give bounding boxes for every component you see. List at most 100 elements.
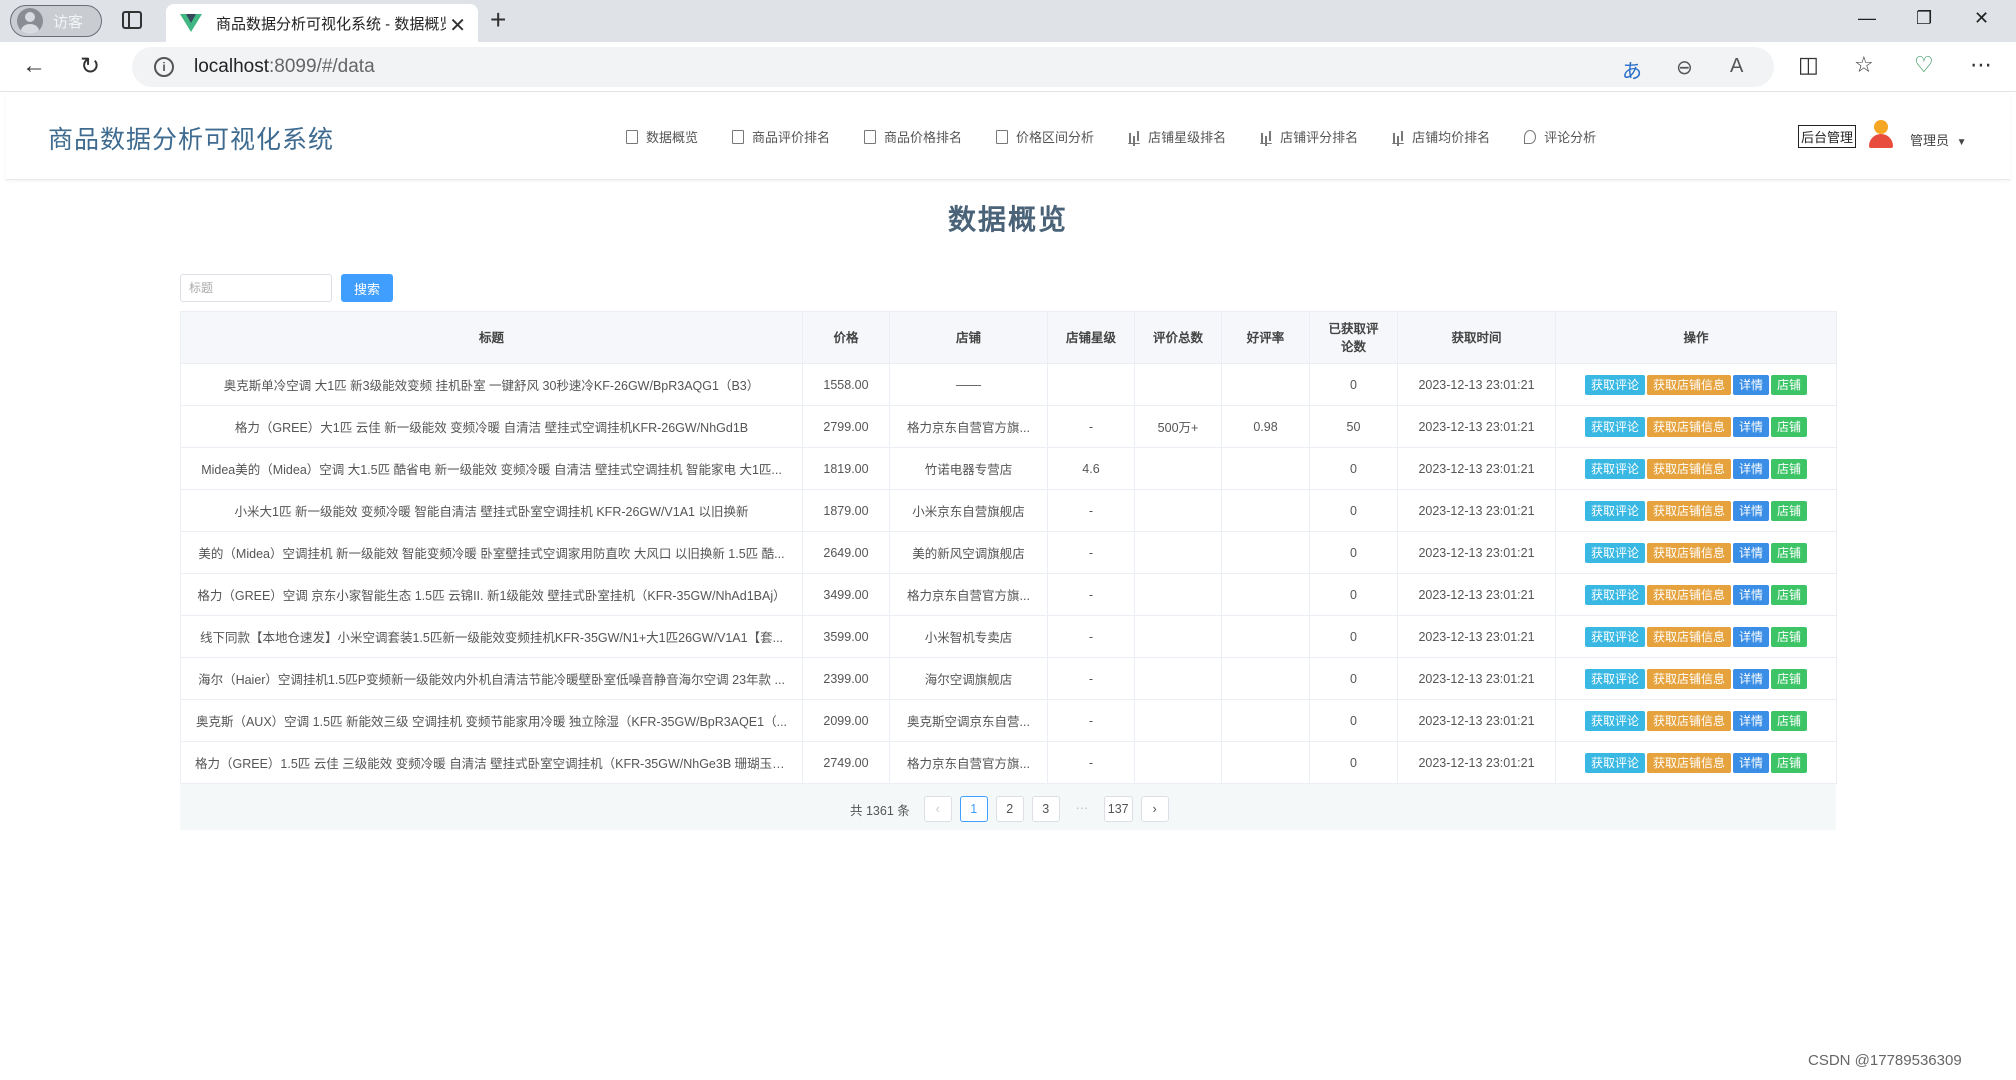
cell-rate bbox=[1221, 363, 1310, 406]
favorites-icon[interactable]: ☆ bbox=[1854, 52, 1874, 78]
url-host: localhost bbox=[194, 56, 269, 77]
get-comments-button[interactable]: 获取评论 bbox=[1584, 542, 1645, 563]
shop-button[interactable]: 店铺 bbox=[1771, 542, 1808, 563]
column-header[interactable]: 价格 bbox=[802, 311, 890, 364]
shop-button[interactable]: 店铺 bbox=[1771, 626, 1808, 647]
shop-button[interactable]: 店铺 bbox=[1771, 458, 1808, 479]
get-comments-button[interactable]: 获取评论 bbox=[1584, 584, 1645, 605]
nav-item-comment-analysis[interactable]: 评论分析 bbox=[1524, 127, 1596, 146]
user-menu[interactable]: 管理员 ▼ bbox=[1910, 130, 1967, 149]
get-comments-button[interactable]: 获取评论 bbox=[1584, 500, 1645, 521]
new-tab-icon[interactable]: + bbox=[490, 4, 506, 36]
tab-actions-icon[interactable] bbox=[122, 11, 142, 29]
page-button[interactable]: 2 bbox=[995, 796, 1024, 822]
tab-close-icon[interactable]: ✕ bbox=[449, 13, 466, 38]
prev-page-button[interactable]: ‹ bbox=[923, 796, 952, 822]
window-close-icon[interactable]: ✕ bbox=[1974, 8, 1989, 29]
shop-button[interactable]: 店铺 bbox=[1771, 584, 1808, 605]
url-field[interactable]: i localhost:8099/#/data あ ⊖ A bbox=[132, 47, 1774, 87]
cell-shop: 奥克斯空调京东自营... bbox=[889, 699, 1048, 742]
column-header[interactable]: 标题 bbox=[180, 311, 803, 364]
detail-button[interactable]: 详情 bbox=[1733, 626, 1770, 647]
detail-button[interactable]: 详情 bbox=[1733, 668, 1770, 689]
page-ellipsis[interactable]: ··· bbox=[1068, 796, 1096, 822]
cell-shop: 小米智机专卖店 bbox=[889, 615, 1048, 658]
main-nav: 数据概览 商品评价排名 商品价格排名 价格区间分析 店铺星级排名 店铺评分排名 … bbox=[626, 127, 1630, 146]
column-header[interactable]: 店铺 bbox=[889, 311, 1048, 364]
nav-item-shop-score-rank[interactable]: 店铺评分排名 bbox=[1260, 127, 1358, 146]
shop-button[interactable]: 店铺 bbox=[1771, 752, 1808, 773]
get-shop-info-button[interactable]: 获取店铺信息 bbox=[1646, 542, 1731, 563]
shop-button[interactable]: 店铺 bbox=[1771, 500, 1808, 521]
zoom-out-icon[interactable]: ⊖ bbox=[1676, 55, 1693, 80]
read-aloud-icon[interactable]: A bbox=[1730, 55, 1743, 78]
cell-time: 2023-12-13 23:01:21 bbox=[1397, 489, 1556, 532]
bar-chart-icon bbox=[1260, 130, 1273, 144]
get-comments-button[interactable]: 获取评论 bbox=[1584, 752, 1645, 773]
vue-favicon-icon bbox=[180, 14, 202, 32]
restore-icon[interactable]: ❐ bbox=[1916, 8, 1932, 29]
site-info-icon[interactable]: i bbox=[154, 57, 174, 77]
search-button[interactable]: 搜索 bbox=[341, 274, 393, 302]
detail-button[interactable]: 详情 bbox=[1733, 500, 1770, 521]
minimize-icon[interactable]: — bbox=[1858, 8, 1876, 29]
page-button[interactable]: 3 bbox=[1031, 796, 1060, 822]
nav-item-product-price-rank[interactable]: 商品价格排名 bbox=[864, 127, 962, 146]
back-icon[interactable]: ← bbox=[22, 52, 46, 80]
browser-tab[interactable]: 商品数据分析可视化系统 - 数据概览 ✕ bbox=[166, 4, 478, 42]
detail-button[interactable]: 详情 bbox=[1733, 710, 1770, 731]
cell-fetched: 0 bbox=[1309, 657, 1398, 700]
get-comments-button[interactable]: 获取评论 bbox=[1584, 416, 1645, 437]
table-row: 奥克斯（AUX）空调 1.5匹 新能效三级 空调挂机 变频节能家用冷暖 独立除湿… bbox=[180, 699, 1837, 742]
nav-item-label: 商品价格排名 bbox=[884, 130, 963, 145]
cell-price: 2399.00 bbox=[802, 657, 890, 700]
get-shop-info-button[interactable]: 获取店铺信息 bbox=[1646, 710, 1731, 731]
get-shop-info-button[interactable]: 获取店铺信息 bbox=[1646, 458, 1731, 479]
admin-button[interactable]: 后台管理 bbox=[1798, 125, 1857, 148]
get-comments-button[interactable]: 获取评论 bbox=[1584, 710, 1645, 731]
column-header[interactable]: 已获取评论数 bbox=[1309, 311, 1398, 364]
detail-button[interactable]: 详情 bbox=[1733, 458, 1770, 479]
translate-icon[interactable]: あ bbox=[1622, 55, 1642, 84]
get-shop-info-button[interactable]: 获取店铺信息 bbox=[1646, 584, 1731, 605]
get-shop-info-button[interactable]: 获取店铺信息 bbox=[1646, 668, 1731, 689]
detail-button[interactable]: 详情 bbox=[1733, 374, 1770, 395]
refresh-icon[interactable]: ↻ bbox=[80, 52, 100, 81]
browser-essentials-icon[interactable]: ♡ bbox=[1914, 52, 1934, 78]
shop-button[interactable]: 店铺 bbox=[1771, 374, 1808, 395]
get-shop-info-button[interactable]: 获取店铺信息 bbox=[1646, 416, 1731, 437]
nav-item-shop-avg-price-rank[interactable]: 店铺均价排名 bbox=[1392, 127, 1490, 146]
get-comments-button[interactable]: 获取评论 bbox=[1584, 668, 1645, 689]
column-header[interactable]: 好评率 bbox=[1221, 311, 1310, 364]
detail-button[interactable]: 详情 bbox=[1733, 752, 1770, 773]
page-button[interactable]: 1 bbox=[959, 796, 988, 822]
profile-button[interactable]: 访客 bbox=[10, 5, 102, 37]
next-page-button[interactable]: › bbox=[1140, 796, 1169, 822]
detail-button[interactable]: 详情 bbox=[1733, 542, 1770, 563]
nav-item-price-range[interactable]: 价格区间分析 bbox=[996, 127, 1094, 146]
get-shop-info-button[interactable]: 获取店铺信息 bbox=[1646, 374, 1731, 395]
get-comments-button[interactable]: 获取评论 bbox=[1584, 458, 1645, 479]
nav-item-product-review-rank[interactable]: 商品评价排名 bbox=[732, 127, 830, 146]
detail-button[interactable]: 详情 bbox=[1733, 584, 1770, 605]
get-comments-button[interactable]: 获取评论 bbox=[1584, 626, 1645, 647]
title-search-input[interactable]: 标题 bbox=[180, 274, 332, 302]
get-comments-button[interactable]: 获取评论 bbox=[1584, 374, 1645, 395]
get-shop-info-button[interactable]: 获取店铺信息 bbox=[1646, 752, 1731, 773]
shop-button[interactable]: 店铺 bbox=[1771, 668, 1808, 689]
page-button[interactable]: 137 bbox=[1103, 796, 1133, 822]
more-menu-icon[interactable]: ⋯ bbox=[1970, 52, 1992, 78]
column-header[interactable]: 评价总数 bbox=[1134, 311, 1222, 364]
detail-button[interactable]: 详情 bbox=[1733, 416, 1770, 437]
nav-item-shop-star-rank[interactable]: 店铺星级排名 bbox=[1128, 127, 1226, 146]
column-header[interactable]: 获取时间 bbox=[1397, 311, 1556, 364]
shop-button[interactable]: 店铺 bbox=[1771, 416, 1808, 437]
column-header[interactable]: 店铺星级 bbox=[1047, 311, 1135, 364]
get-shop-info-button[interactable]: 获取店铺信息 bbox=[1646, 626, 1731, 647]
shop-button[interactable]: 店铺 bbox=[1771, 710, 1808, 731]
cell-actions: 获取评论 获取店铺信息 详情 店铺 bbox=[1555, 531, 1837, 574]
split-screen-icon[interactable]: ◫ bbox=[1798, 52, 1819, 78]
get-shop-info-button[interactable]: 获取店铺信息 bbox=[1646, 500, 1731, 521]
nav-item-data-overview[interactable]: 数据概览 bbox=[626, 127, 698, 146]
cell-fetched: 0 bbox=[1309, 573, 1398, 616]
